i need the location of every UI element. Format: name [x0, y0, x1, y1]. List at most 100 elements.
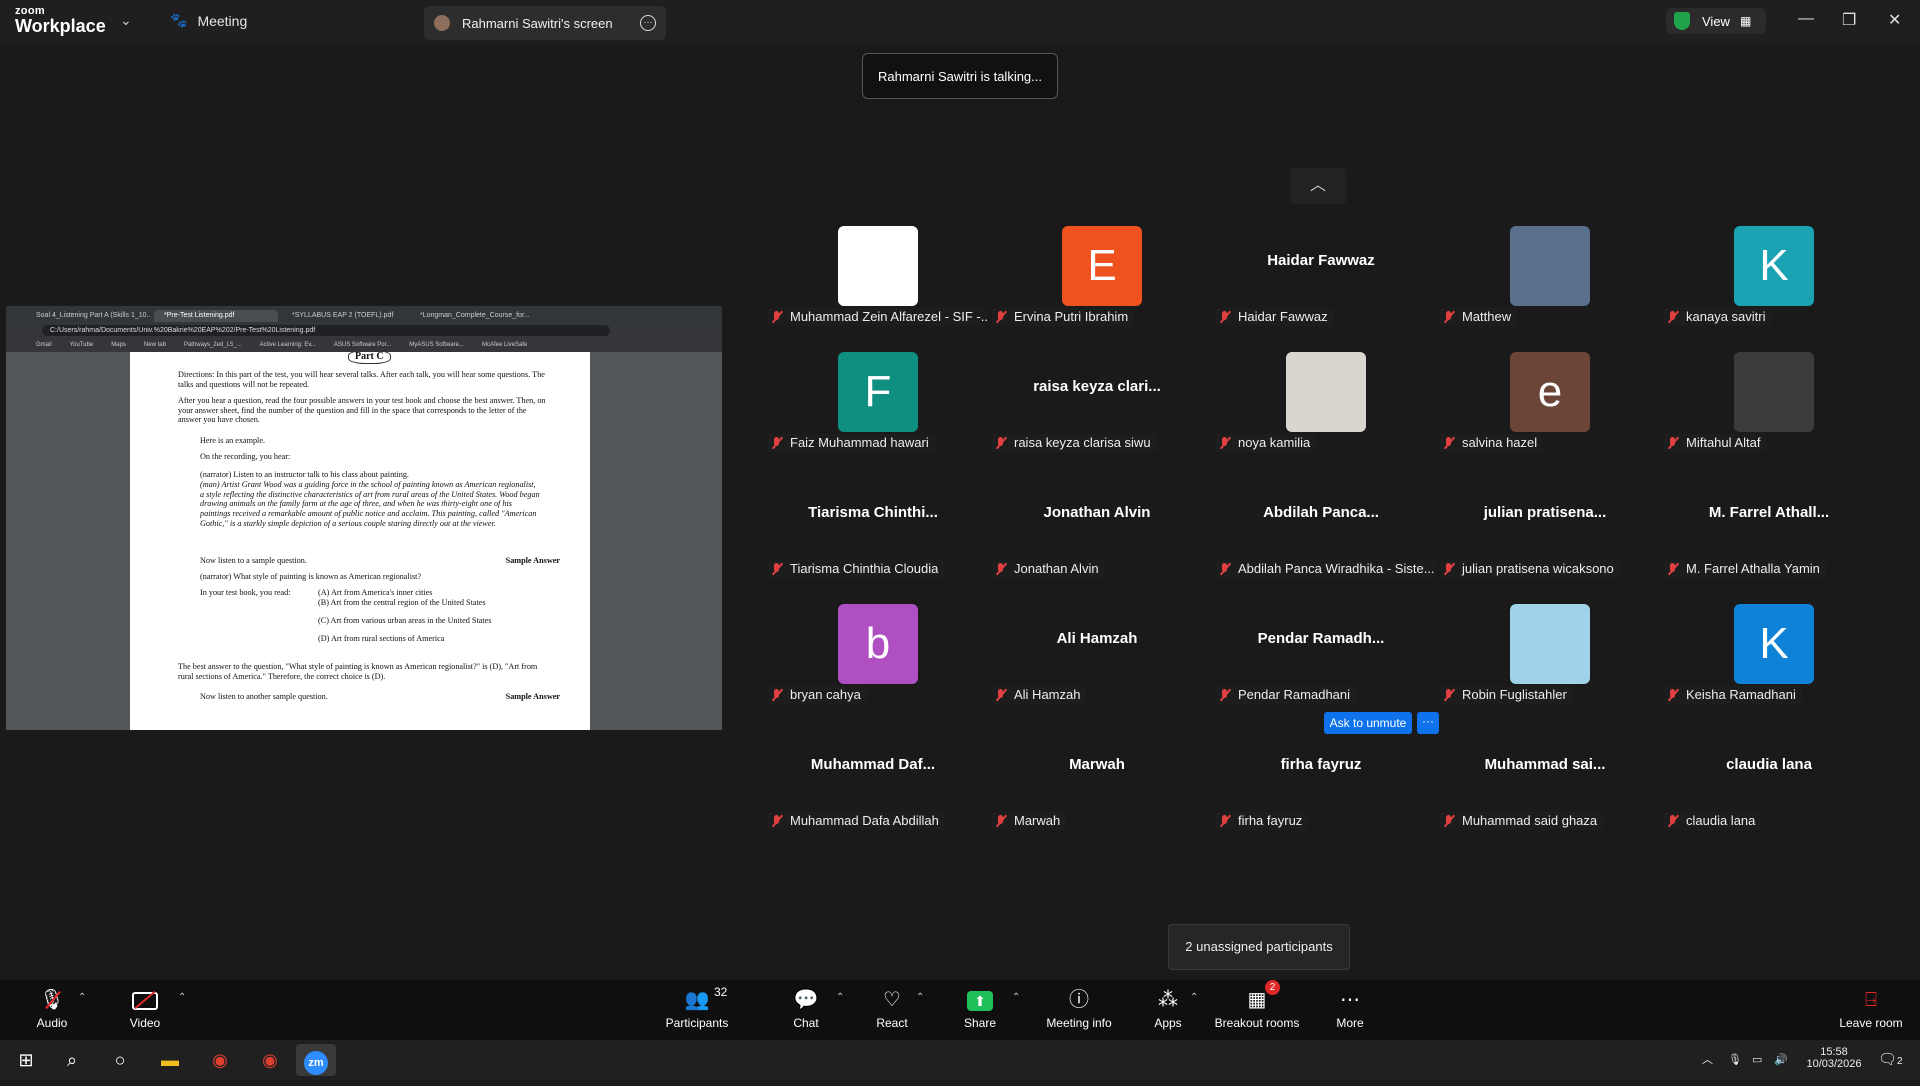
participant-tile[interactable]: julian pratisena... julian pratisena wica… — [1440, 474, 1650, 594]
bookmark[interactable]: New tab — [144, 342, 166, 348]
zoom-app-icon[interactable]: zm — [296, 1044, 336, 1076]
participant-tile[interactable]: Muhammad sai... Muhammad said ghaza — [1440, 726, 1650, 846]
avatar-letter: e — [1510, 352, 1590, 432]
search-icon[interactable]: ⌕ — [52, 1044, 92, 1076]
meeting-info-button[interactable]: ⓘ Meeting info — [1040, 980, 1118, 1040]
browser-tab[interactable]: *SYLLABUS EAP 2 (TOEFL).pdf — [282, 310, 406, 322]
windows-start-icon[interactable]: ⊞ — [6, 1044, 46, 1076]
react-options-caret-icon[interactable]: ⌃ — [916, 992, 924, 1003]
participant-tile[interactable]: Marwah Marwah — [992, 726, 1202, 846]
chevron-down-icon[interactable]: ⌄ — [120, 12, 132, 29]
address-field[interactable]: C:/Users/rahma/Documents/Univ.%20Bakrie%… — [42, 324, 610, 336]
bookmark[interactable]: YouTube — [70, 342, 94, 348]
meeting-tab[interactable]: 🐾 Meeting — [170, 12, 247, 29]
chrome-icon[interactable]: ◉ — [200, 1044, 240, 1076]
shared-screen-tab[interactable]: Rahmarni Sawitri's screen ··· — [424, 6, 666, 40]
participant-tile[interactable]: raisa keyza clari... raisa keyza clarisa … — [992, 348, 1202, 468]
participant-tile[interactable]: Matthew — [1440, 222, 1650, 342]
bookmark[interactable]: Gmail — [36, 342, 52, 348]
participant-tile[interactable]: Muhammad Daf... Muhammad Dafa Abdillah — [768, 726, 978, 846]
apps-button[interactable]: ⁂ Apps — [1150, 980, 1186, 1040]
muted-mic-icon — [1666, 310, 1680, 324]
participant-tile[interactable]: e salvina hazel — [1440, 348, 1650, 468]
participant-tile[interactable]: Robin Fuglistahler — [1440, 600, 1650, 720]
participant-tile[interactable]: Jonathan Alvin Jonathan Alvin — [992, 474, 1202, 594]
show-hidden-icons-chevron-icon[interactable]: ︿ — [1702, 1040, 1713, 1080]
pdf-paragraph: Now listen to another sample question. — [200, 692, 328, 701]
participant-tile[interactable]: claudia lana claudia lana — [1664, 726, 1874, 846]
volume-icon[interactable]: 🔊 — [1774, 1040, 1788, 1080]
participant-tile[interactable]: Muhammad Zein Alfarezel - SIF -... — [768, 222, 988, 342]
file-explorer-icon[interactable]: ▬ — [150, 1044, 190, 1076]
video-button[interactable]: Video — [120, 980, 170, 1040]
participant-more-button[interactable]: ··· — [1417, 712, 1439, 734]
bookmark[interactable]: ASUS Software Por... — [334, 342, 391, 348]
participant-tile[interactable]: noya kamilia — [1216, 348, 1426, 468]
bookmark[interactable]: McAfee LiveSafe — [482, 342, 527, 348]
network-icon[interactable]: ▭ — [1752, 1040, 1762, 1080]
info-icon: ⓘ — [1069, 989, 1089, 1011]
leave-room-button[interactable]: ⍈ Leave room — [1838, 980, 1904, 1040]
more-button[interactable]: ⋯ More — [1332, 980, 1368, 1040]
pdf-page: Part C Directions: In this part of the t… — [130, 352, 590, 730]
participant-tile[interactable]: Tiarisma Chinthi... Tiarisma Chinthia Clo… — [768, 474, 978, 594]
participant-tile[interactable]: M. Farrel Athall... M. Farrel Athalla Yam… — [1664, 474, 1874, 594]
chat-options-caret-icon[interactable]: ⌃ — [836, 992, 844, 1003]
bookmark[interactable]: MyASUS Software... — [409, 342, 464, 348]
audio-options-caret-icon[interactable]: ⌃ — [78, 992, 86, 1003]
chrome-profile-icon[interactable]: ◉ — [250, 1044, 290, 1076]
clock[interactable]: 15:58 10/03/2026 — [1804, 1040, 1864, 1086]
participant-tile[interactable]: E Ervina Putri Ibrahim — [992, 222, 1202, 342]
gallery-up-arrow-icon[interactable]: ︿ — [1290, 168, 1346, 204]
participant-name-label: Pendar Ramadhani — [1216, 686, 1357, 704]
view-button[interactable]: View ▦ — [1666, 8, 1766, 34]
participant-name-label: Haidar Fawwaz — [1216, 308, 1334, 326]
participant-tile[interactable]: b bryan cahya — [768, 600, 978, 720]
pdf-viewer: Part C Directions: In this part of the t… — [6, 352, 722, 730]
apps-options-caret-icon[interactable]: ⌃ — [1190, 992, 1198, 1003]
bookmark[interactable]: Pathways_2ed_L5_... — [184, 342, 242, 348]
notifications-icon[interactable]: 🗨2 — [1878, 1040, 1903, 1080]
browser-tab[interactable]: *Pre-Test Listening.pdf — [154, 310, 278, 322]
minimize-icon[interactable]: — — [1798, 10, 1814, 28]
breakout-rooms-button[interactable]: ▦ 2 Breakout rooms — [1214, 980, 1300, 1040]
participant-tile[interactable]: Ali Hamzah Ali Hamzah — [992, 600, 1202, 720]
muted-mic-icon — [1666, 688, 1680, 702]
participant-tile[interactable]: Haidar Fawwaz Haidar Fawwaz — [1216, 222, 1426, 342]
participant-tile[interactable]: firha fayruz firha fayruz — [1216, 726, 1426, 846]
ask-to-unmute-button[interactable]: Ask to unmute — [1324, 712, 1412, 734]
meeting-tab-label: Meeting — [197, 12, 248, 29]
video-options-caret-icon[interactable]: ⌃ — [178, 992, 186, 1003]
clock-time: 15:58 — [1820, 1046, 1848, 1058]
chat-button[interactable]: 💬 Chat — [786, 980, 826, 1040]
audio-button[interactable]: 🎙 Audio — [30, 980, 74, 1040]
meeting-info-label: Meeting info — [1046, 1016, 1112, 1030]
browser-tab[interactable]: Soal 4_Listening Part A (Skills 1_10... — [26, 310, 150, 322]
bookmark[interactable]: Active Learning: Ev... — [260, 342, 316, 348]
microphone-tray-icon[interactable]: 🎙 — [1728, 1040, 1742, 1080]
restore-icon[interactable]: ❐ — [1842, 10, 1856, 30]
share-options-caret-icon[interactable]: ⌃ — [1012, 992, 1020, 1003]
browser-tab[interactable]: *Longman_Complete_Course_for... — [410, 310, 534, 322]
task-view-icon[interactable]: ○ — [100, 1044, 140, 1076]
more-options-icon[interactable]: ··· — [640, 15, 656, 31]
participant-display-name: Jonathan Alvin — [1043, 504, 1151, 521]
participant-tile[interactable]: F Faiz Muhammad hawari — [768, 348, 978, 468]
pdf-option: (A) Art from America's inner cities — [318, 588, 433, 597]
participant-tile[interactable]: Miftahul Altaf — [1664, 348, 1874, 468]
react-button[interactable]: ♡ React — [872, 980, 912, 1040]
apps-icon: ⁂ — [1158, 989, 1178, 1011]
bookmark[interactable]: Maps — [111, 342, 126, 348]
participant-tile[interactable]: Pendar Ramadh... Pendar Ramadhani — [1216, 600, 1426, 720]
close-icon[interactable]: ✕ — [1888, 10, 1901, 30]
participant-name: Pendar Ramadhani — [1238, 687, 1351, 702]
participant-tile[interactable]: Kkanaya savitri — [1664, 222, 1874, 342]
share-button[interactable]: ⬆ Share — [960, 980, 1000, 1040]
avatar-letter: K — [1734, 226, 1814, 306]
browser-tab-strip: Soal 4_Listening Part A (Skills 1_10... … — [6, 306, 722, 322]
browser-address-bar: C:/Users/rahma/Documents/Univ.%20Bakrie%… — [6, 322, 722, 338]
participant-tile[interactable]: K Keisha Ramadhani — [1664, 600, 1874, 720]
participant-tile[interactable]: Abdilah Panca... Abdilah Panca Wiradhika … — [1216, 474, 1436, 594]
pdf-part-heading: Part C — [348, 352, 391, 364]
participants-button[interactable]: 👥 32 Participants — [660, 980, 734, 1040]
